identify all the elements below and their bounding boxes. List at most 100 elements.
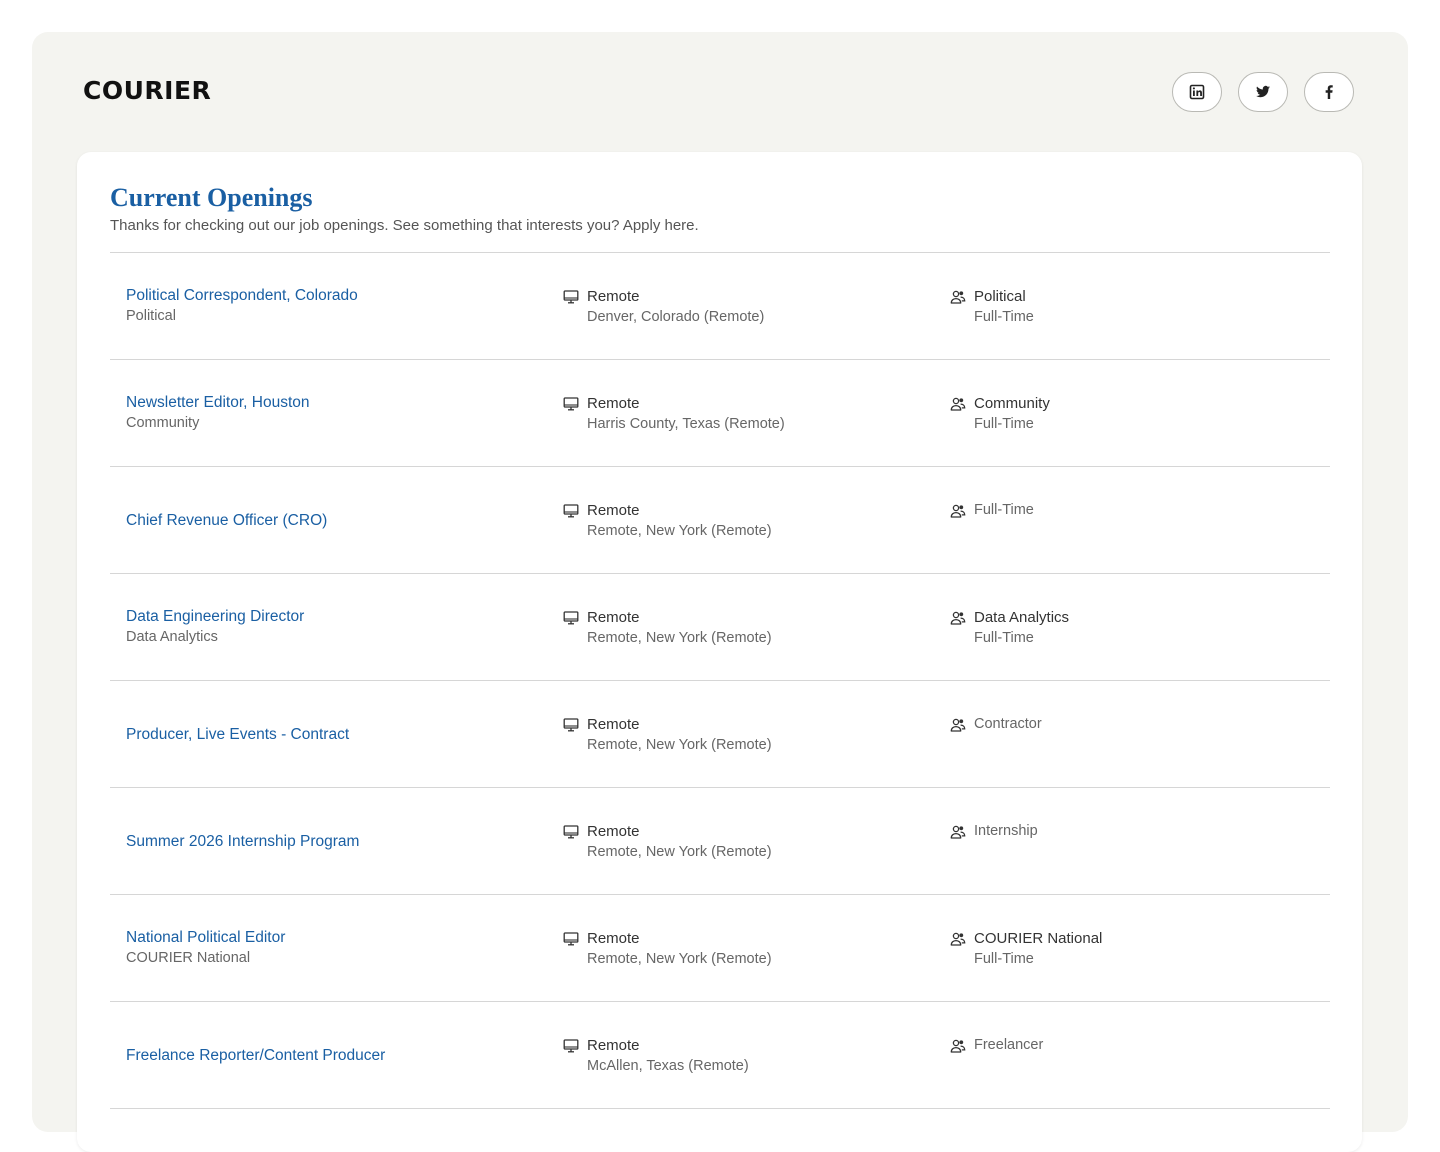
job-title-column: Summer 2026 Internship Program — [126, 788, 546, 894]
monitor-icon — [563, 825, 579, 839]
job-workplace-type: Remote — [587, 930, 640, 947]
job-employment-type: Internship — [974, 823, 1038, 839]
twitter-button[interactable] — [1238, 72, 1288, 112]
job-department: Political — [126, 308, 176, 324]
monitor-icon — [563, 290, 579, 304]
users-icon — [950, 504, 966, 518]
job-workplace-type: Remote — [587, 609, 640, 626]
job-title-column: Data Engineering Director Data Analytics — [126, 574, 546, 680]
job-workplace-type: Remote — [587, 716, 640, 733]
job-department: COURIER National — [126, 950, 251, 966]
job-title-link[interactable]: Producer, Live Events - Contract — [126, 724, 546, 745]
monitor-icon — [563, 397, 579, 411]
users-icon — [950, 825, 966, 839]
job-workplace-type: Remote — [587, 288, 640, 305]
page-title: Current Openings — [110, 183, 313, 212]
job-location: McAllen, Texas (Remote) — [587, 1058, 749, 1074]
job-title-column: Chief Revenue Officer (CRO) — [126, 467, 546, 573]
job-employment-type: Full-Time — [974, 951, 1034, 967]
monitor-icon — [563, 932, 579, 946]
job-title-column: Producer, Live Events - Contract — [126, 681, 546, 787]
job-location-column: Remote McAllen, Texas (Remote) — [563, 1035, 749, 1077]
openings-card: Current Openings Thanks for checking out… — [77, 152, 1362, 1152]
monitor-icon — [563, 1039, 579, 1053]
job-team: COURIER National — [974, 930, 1103, 947]
job-team: Political — [974, 288, 1026, 305]
job-type-column: Internship — [950, 821, 1038, 842]
job-employment-type: Full-Time — [974, 502, 1034, 518]
linkedin-icon — [1189, 84, 1205, 100]
job-title-link[interactable]: National Political Editor — [126, 927, 546, 948]
job-location-column: Remote Remote, New York (Remote) — [563, 928, 772, 970]
linkedin-button[interactable] — [1172, 72, 1222, 112]
job-location-column: Remote Remote, New York (Remote) — [563, 714, 772, 756]
users-icon — [950, 611, 966, 625]
job-employment-type: Full-Time — [974, 309, 1034, 325]
users-icon — [950, 932, 966, 946]
job-workplace-type: Remote — [587, 1037, 640, 1054]
page-subtitle: Thanks for checking out our job openings… — [110, 217, 699, 234]
twitter-icon — [1256, 85, 1270, 98]
job-employment-type: Full-Time — [974, 416, 1034, 432]
job-type-column: Full-Time — [950, 500, 1034, 521]
job-type-column: Contractor — [950, 714, 1042, 735]
job-department: Data Analytics — [126, 629, 218, 645]
monitor-icon — [563, 611, 579, 625]
job-location: Denver, Colorado (Remote) — [587, 309, 765, 325]
job-list: Political Correspondent, Colorado Politi… — [110, 252, 1330, 1109]
monitor-icon — [563, 504, 579, 518]
job-row: Data Engineering Director Data Analytics… — [110, 574, 1330, 681]
job-employment-type: Full-Time — [974, 630, 1034, 646]
job-title-link[interactable]: Chief Revenue Officer (CRO) — [126, 510, 546, 531]
job-location: Harris County, Texas (Remote) — [587, 416, 785, 432]
job-team: Data Analytics — [974, 609, 1070, 626]
courier-logo[interactable]: COURIER — [83, 76, 211, 105]
job-workplace-type: Remote — [587, 502, 640, 519]
job-location: Remote, New York (Remote) — [587, 951, 772, 967]
facebook-icon — [1325, 85, 1333, 99]
users-icon — [950, 1039, 966, 1053]
page-container: COURIER Current Openings Thanks for chec… — [32, 32, 1408, 1152]
job-title-link[interactable]: Newsletter Editor, Houston — [126, 392, 546, 413]
job-employment-type: Freelancer — [974, 1037, 1044, 1053]
job-type-column: Data Analytics Full-Time — [950, 607, 1069, 649]
users-icon — [950, 718, 966, 732]
job-type-column: COURIER National Full-Time — [950, 928, 1102, 970]
job-location-column: Remote Remote, New York (Remote) — [563, 607, 772, 649]
users-icon — [950, 290, 966, 304]
job-workplace-type: Remote — [587, 395, 640, 412]
job-title-link[interactable]: Data Engineering Director — [126, 606, 546, 627]
job-location-column: Remote Harris County, Texas (Remote) — [563, 393, 785, 435]
job-type-column: Political Full-Time — [950, 286, 1034, 328]
job-employment-type: Contractor — [974, 716, 1042, 732]
job-location-column: Remote Denver, Colorado (Remote) — [563, 286, 764, 328]
job-row: Summer 2026 Internship Program Remote Re… — [110, 788, 1330, 895]
job-row: Political Correspondent, Colorado Politi… — [110, 253, 1330, 360]
job-location: Remote, New York (Remote) — [587, 844, 772, 860]
job-title-link[interactable]: Summer 2026 Internship Program — [126, 831, 546, 852]
facebook-button[interactable] — [1304, 72, 1354, 112]
job-title-column: Political Correspondent, Colorado Politi… — [126, 253, 546, 359]
job-row: Chief Revenue Officer (CRO) Remote Remot… — [110, 467, 1330, 574]
job-department: Community — [126, 415, 200, 431]
job-row: National Political Editor COURIER Nation… — [110, 895, 1330, 1002]
job-location: Remote, New York (Remote) — [587, 630, 772, 646]
job-row: Newsletter Editor, Houston Community Rem… — [110, 360, 1330, 467]
job-type-column: Community Full-Time — [950, 393, 1050, 435]
job-title-column: National Political Editor COURIER Nation… — [126, 895, 546, 1001]
job-title-link[interactable]: Freelance Reporter/Content Producer — [126, 1045, 546, 1066]
job-location-column: Remote Remote, New York (Remote) — [563, 500, 772, 542]
job-title-column: Freelance Reporter/Content Producer — [126, 1002, 546, 1108]
users-icon — [950, 397, 966, 411]
job-location-column: Remote Remote, New York (Remote) — [563, 821, 772, 863]
job-team: Community — [974, 395, 1050, 412]
job-title-column: Newsletter Editor, Houston Community — [126, 360, 546, 466]
job-workplace-type: Remote — [587, 823, 640, 840]
job-location: Remote, New York (Remote) — [587, 523, 772, 539]
job-row: Producer, Live Events - Contract Remote … — [110, 681, 1330, 788]
job-location: Remote, New York (Remote) — [587, 737, 772, 753]
social-links — [1172, 72, 1354, 112]
job-row: Freelance Reporter/Content Producer Remo… — [110, 1002, 1330, 1109]
monitor-icon — [563, 718, 579, 732]
job-title-link[interactable]: Political Correspondent, Colorado — [126, 285, 546, 306]
